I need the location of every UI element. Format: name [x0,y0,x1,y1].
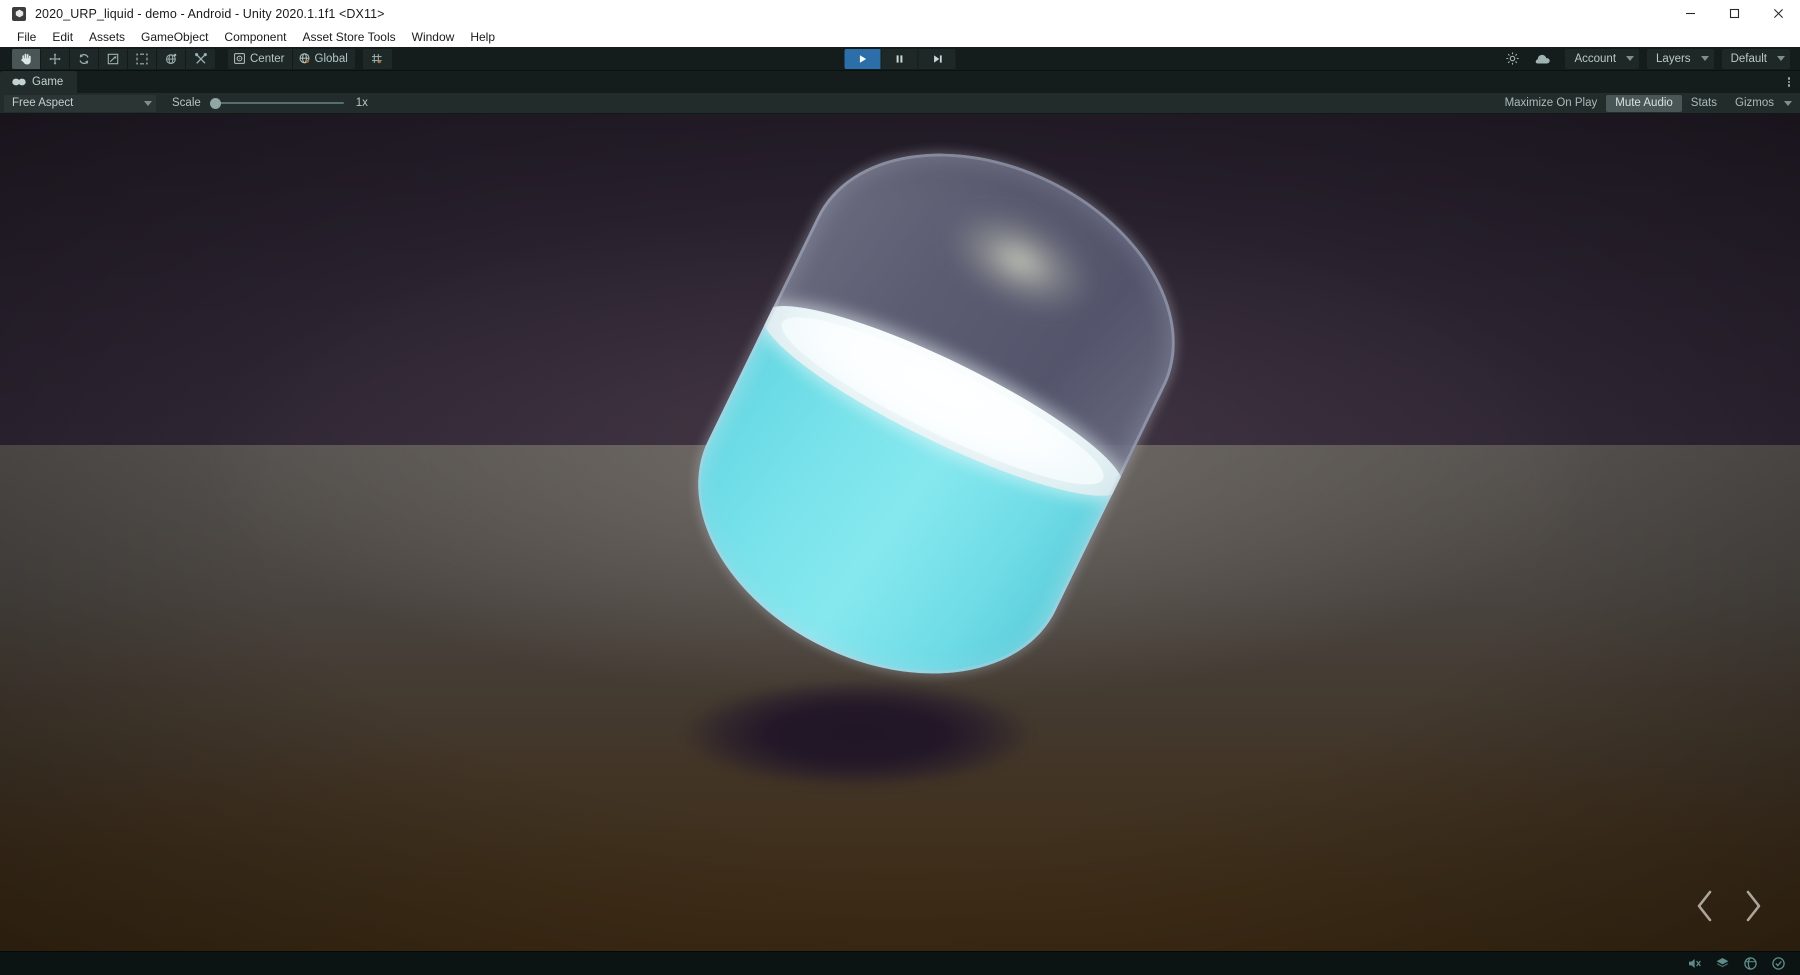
pivot-mode-label: Center [250,52,285,65]
collab-status-icon[interactable] [1743,956,1758,971]
menu-edit[interactable]: Edit [44,28,81,46]
pivot-rotation-button[interactable]: Global [292,48,355,69]
playback-controls [844,48,956,69]
layers-status-icon[interactable] [1715,956,1730,971]
title-bar: 2020_URP_liquid - demo - Android - Unity… [0,0,1800,27]
maximize-icon[interactable] [1712,0,1756,27]
play-button[interactable] [844,48,882,69]
scene-navigation-arrows [1694,889,1764,923]
transform-tool-button[interactable] [157,48,186,69]
custom-tool-button[interactable] [186,48,215,69]
menu-asset-store-tools[interactable]: Asset Store Tools [294,28,403,46]
close-icon[interactable] [1756,0,1800,27]
aspect-ratio-label: Free Aspect [12,97,74,109]
scale-tool-button[interactable] [99,48,128,69]
hand-tool-button[interactable] [12,48,41,69]
chevron-down-icon [1777,56,1785,61]
step-button[interactable] [918,48,956,69]
account-label: Account [1574,52,1617,65]
pause-button[interactable] [881,48,919,69]
minimize-icon[interactable] [1668,0,1712,27]
chevron-down-icon [1700,56,1709,61]
scale-slider-handle[interactable] [209,97,221,109]
main-toolbar: Center Global Account Layers Default [0,47,1800,71]
tab-row: Game [0,71,1800,93]
menu-assets[interactable]: Assets [81,28,133,46]
scale-value: 1x [355,97,368,109]
status-bar-icons [1687,956,1786,971]
chevron-down-icon [1784,100,1792,106]
maximize-on-play-label: Maximize On Play [1504,97,1598,109]
menu-bar: File Edit Assets GameObject Component As… [0,27,1800,47]
stats-button[interactable]: Stats [1682,95,1726,112]
cloud-icon[interactable] [1527,49,1557,69]
menu-file[interactable]: File [9,28,44,46]
mute-audio-label: Mute Audio [1615,97,1673,109]
ready-status-icon[interactable] [1771,956,1786,971]
game-view-render[interactable] [0,114,1800,951]
layout-label: Default [1730,52,1767,65]
mute-audio-status-icon[interactable] [1687,956,1702,971]
window-title: 2020_URP_liquid - demo - Android - Unity… [35,6,385,21]
scale-label: Scale [172,97,201,109]
gizmos-button[interactable]: Gizmos [1726,95,1796,112]
maximize-on-play-button[interactable]: Maximize On Play [1496,95,1607,112]
transform-tools-group [12,48,215,69]
menu-component[interactable]: Component [216,28,294,46]
layout-dropdown[interactable]: Default [1721,48,1790,69]
stats-label: Stats [1690,97,1718,109]
pivot-rotation-label: Global [314,52,348,65]
account-dropdown[interactable]: Account [1565,48,1640,69]
chevron-right-icon[interactable] [1742,889,1764,923]
more-options-icon[interactable] [1778,71,1800,93]
pivot-mode-button[interactable]: Center [228,48,293,69]
toolbar-right-group: Account Layers Default [1497,48,1790,69]
grid-snap-icon[interactable] [362,48,392,69]
mute-audio-button[interactable]: Mute Audio [1606,94,1682,112]
menu-window[interactable]: Window [404,28,463,46]
chevron-left-icon[interactable] [1694,889,1716,923]
scale-slider[interactable] [209,95,344,112]
rotate-tool-button[interactable] [70,48,99,69]
rect-transform-tool-button[interactable] [128,48,157,69]
pivot-group: Center Global [228,48,392,69]
unity-icon [12,6,26,21]
menu-help[interactable]: Help [462,28,503,46]
game-view-icon [12,78,26,86]
tab-game[interactable]: Game [0,71,78,93]
services-icon[interactable] [1497,49,1527,69]
chevron-down-icon [144,100,152,106]
layers-label: Layers [1656,52,1691,65]
tab-game-label: Game [32,76,64,88]
move-tool-button[interactable] [41,48,70,69]
game-toolbar-right: Maximize On Play Mute Audio Stats Gizmos [1496,94,1796,112]
chevron-down-icon [1626,56,1635,61]
gizmos-label: Gizmos [1735,97,1774,109]
layers-dropdown[interactable]: Layers [1647,48,1714,69]
aspect-ratio-dropdown[interactable]: Free Aspect [4,94,156,112]
menu-gameobject[interactable]: GameObject [133,28,216,46]
window-controls [1668,0,1800,27]
status-bar [0,951,1800,975]
scale-slider-track [215,102,344,104]
unity-editor-window: 2020_URP_liquid - demo - Android - Unity… [0,0,1800,975]
game-view-toolbar: Free Aspect Scale 1x Maximize On Play Mu… [0,93,1800,114]
